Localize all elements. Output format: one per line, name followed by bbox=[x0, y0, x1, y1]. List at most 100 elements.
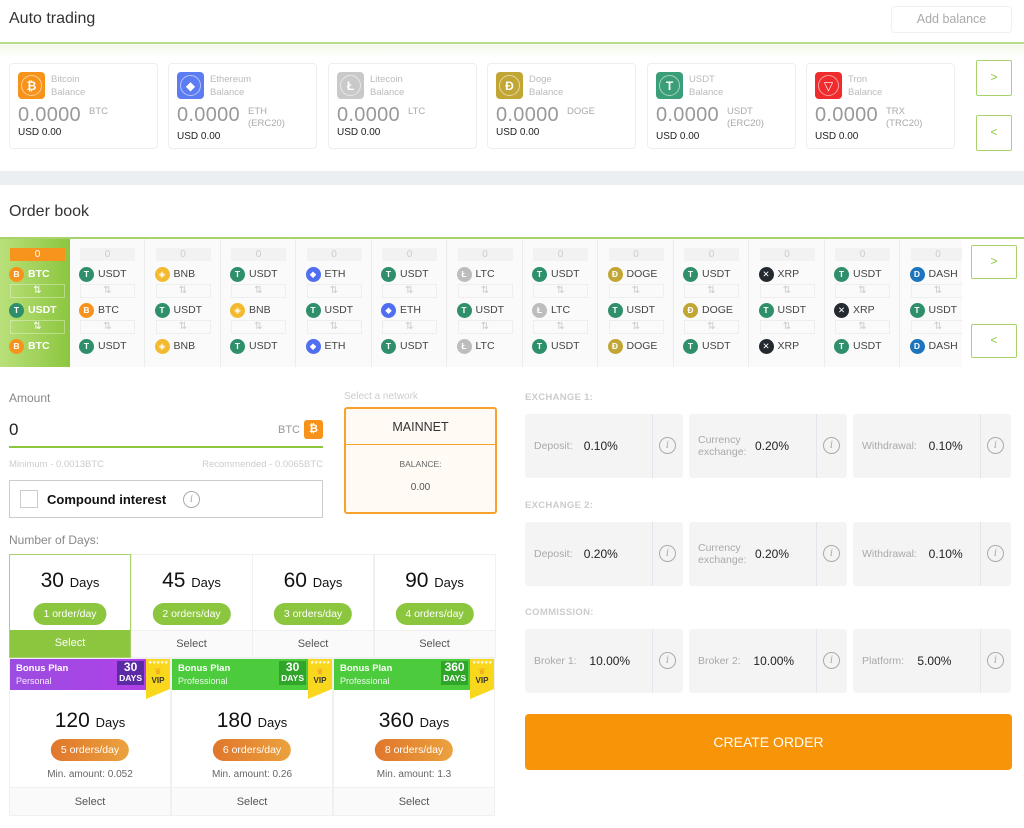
swap-icon: ⇅ bbox=[80, 284, 135, 298]
swap-icon: ⇅ bbox=[231, 320, 286, 334]
fee-value: 0.20% bbox=[755, 439, 790, 453]
order-book-header: Order book bbox=[0, 185, 1024, 239]
btc-icon: B bbox=[9, 338, 24, 354]
pair-column[interactable]: 0 ◈ BNB ⇅ T USDT ⇅ ◈ BNB bbox=[146, 239, 221, 367]
bonus-plan-card[interactable]: Bonus Plan Personal 30 DAYS ★★★★★ ♛ VIP 120 Day… bbox=[9, 658, 171, 816]
info-icon[interactable]: i bbox=[823, 437, 840, 454]
pair-column[interactable]: 0 T USDT ⇅ ◆ ETH ⇅ T USDT bbox=[372, 239, 447, 367]
add-balance-button[interactable]: Add balance bbox=[891, 6, 1012, 33]
balance-unit: USDT (ERC20) bbox=[727, 106, 764, 129]
pair-column[interactable]: 0 D DASH ⇅ T USDT ⇅ D DASH bbox=[901, 239, 962, 367]
swap-icon: ⇅ bbox=[457, 320, 513, 334]
pair-coin: T USDT bbox=[381, 266, 429, 282]
swap-icon: ⇅ bbox=[80, 320, 135, 334]
create-order-button[interactable]: CREATE ORDER bbox=[525, 714, 1012, 770]
fee-label: Currency exchange: bbox=[698, 434, 747, 458]
bonus-orders-badge: 5 orders/day bbox=[50, 739, 130, 761]
pair-column[interactable]: 0 Ł LTC ⇅ T USDT ⇅ Ł LTC bbox=[448, 239, 523, 367]
eth-icon: ◆ bbox=[381, 302, 396, 318]
compound-interest-option[interactable]: Compound interest i bbox=[9, 480, 323, 518]
pair-count: 0 bbox=[533, 248, 588, 261]
swap-icon: ⇅ bbox=[684, 284, 739, 298]
bonus-plan-card[interactable]: Bonus Plan Professional 360 DAYS ★★★★★ ♛ VIP 36… bbox=[333, 658, 495, 816]
info-icon[interactable]: i bbox=[659, 545, 676, 562]
pairs-next-button[interactable]: > bbox=[971, 245, 1017, 279]
crown-icon: ♛ bbox=[478, 667, 486, 676]
plan-select-button[interactable]: Select bbox=[131, 630, 252, 657]
bonus-orders-badge: 8 orders/day bbox=[374, 739, 454, 761]
pair-coin: T USDT bbox=[607, 302, 655, 318]
info-icon[interactable]: i bbox=[987, 652, 1004, 669]
info-icon[interactable]: i bbox=[987, 545, 1004, 562]
amount-input[interactable] bbox=[9, 414, 323, 448]
pair-coin: T USDT bbox=[79, 338, 127, 354]
bonus-min-amount: Min. amount: 0.26 bbox=[211, 769, 293, 780]
pair-count: 0 bbox=[155, 248, 211, 261]
bonus-select-button[interactable]: Select bbox=[10, 787, 170, 815]
doge-icon: Ð bbox=[607, 266, 623, 282]
plan-select-button[interactable]: Select bbox=[374, 630, 495, 657]
network-selector[interactable]: MAINNET BALANCE: 0.00 bbox=[344, 407, 497, 514]
plan-days: 30 Days bbox=[40, 569, 100, 592]
usdt-icon: T bbox=[79, 338, 94, 354]
order-book-title: Order book bbox=[9, 203, 90, 220]
swap-icon: ⇅ bbox=[10, 320, 65, 334]
bonus-select-button[interactable]: Select bbox=[172, 787, 332, 815]
network-name: MAINNET bbox=[346, 409, 495, 445]
pair-coin: ◈ BNB bbox=[154, 266, 195, 282]
pair-column[interactable]: 0 T USDT ⇅ ✕ XRP ⇅ T USDT bbox=[825, 239, 900, 367]
balances-prev-button[interactable]: < bbox=[976, 115, 1012, 151]
plan-select-button[interactable]: Select bbox=[253, 630, 373, 657]
bonus-banner: Bonus Plan Professional 360 DAYS bbox=[334, 659, 471, 690]
info-icon[interactable]: i bbox=[823, 652, 840, 669]
compound-interest-checkbox[interactable] bbox=[20, 490, 38, 508]
pair-coin: ✕ XRP bbox=[834, 302, 875, 318]
pair-column[interactable]: 0 T USDT ⇅ Ł LTC ⇅ T USDT bbox=[523, 239, 598, 367]
fee-card: Withdrawal: 0.10% i bbox=[853, 414, 1011, 478]
pair-column[interactable]: 0 ✕ XRP ⇅ T USDT ⇅ ✕ XRP bbox=[750, 239, 825, 367]
divider bbox=[652, 522, 653, 586]
plan-card[interactable]: 60 Days 3 orders/day Select bbox=[252, 554, 374, 658]
plan-select-button[interactable]: Select bbox=[10, 630, 130, 657]
plan-card[interactable]: 90 Days 4 orders/day Select bbox=[373, 554, 496, 658]
fee-label: Platform: bbox=[862, 655, 905, 667]
pair-column[interactable]: 0 B BTC ⇅ T USDT ⇅ B BTC bbox=[0, 239, 70, 367]
fee-value: 0.20% bbox=[755, 547, 790, 561]
balance-card: Ł Litecoin Balance 0.0000 LTC USD 0.00 bbox=[328, 63, 477, 149]
pair-count: 0 bbox=[608, 248, 664, 261]
fee-group-label: EXCHANGE 1: bbox=[525, 392, 594, 403]
balance-amount: 0.0000 bbox=[337, 104, 400, 126]
balances-next-button[interactable]: > bbox=[976, 60, 1012, 96]
xrp-icon: ✕ bbox=[834, 302, 849, 318]
pair-count: 0 bbox=[231, 248, 286, 261]
info-icon[interactable]: i bbox=[659, 437, 676, 454]
pair-column[interactable]: 0 Ð DOGE ⇅ T USDT ⇅ Ð DOGE bbox=[599, 239, 674, 367]
plan-grid: 30 Days 1 order/day Select 45 Days 2 orders/… bbox=[9, 554, 496, 658]
pair-column[interactable]: 0 ◆ ETH ⇅ T USDT ⇅ ◆ ETH bbox=[297, 239, 372, 367]
bonus-plan-card[interactable]: Bonus Plan Professional 30 DAYS ★★★★★ ♛ VIP 180… bbox=[171, 658, 333, 816]
info-icon[interactable]: i bbox=[183, 491, 200, 508]
pair-column[interactable]: 0 T USDT ⇅ Ð DOGE ⇅ T USDT bbox=[674, 239, 749, 367]
auto-trading-header: Auto trading Add balance bbox=[0, 0, 1024, 44]
balance-usd: USD 0.00 bbox=[177, 131, 221, 142]
bonus-select-button[interactable]: Select bbox=[334, 787, 494, 815]
usdt-icon: T bbox=[381, 338, 396, 354]
info-icon[interactable]: i bbox=[987, 437, 1004, 454]
info-icon[interactable]: i bbox=[823, 545, 840, 562]
pair-column[interactable]: 0 T USDT ⇅ ◈ BNB ⇅ T USDT bbox=[221, 239, 296, 367]
bnb-icon: ◈ bbox=[230, 302, 245, 318]
balance-unit: ETH (ERC20) bbox=[248, 106, 285, 129]
bonus-days-badge: 30 DAYS bbox=[117, 660, 144, 685]
plan-card[interactable]: 30 Days 1 order/day Select bbox=[9, 554, 131, 658]
swap-icon: ⇅ bbox=[533, 320, 588, 334]
divider bbox=[816, 629, 817, 693]
info-icon[interactable]: i bbox=[659, 652, 676, 669]
pairs-prev-button[interactable]: < bbox=[971, 324, 1017, 358]
fee-value: 0.10% bbox=[928, 547, 963, 561]
swap-icon: ⇅ bbox=[759, 284, 815, 298]
plan-card[interactable]: 45 Days 2 orders/day Select bbox=[130, 554, 253, 658]
pair-column[interactable]: 0 T USDT ⇅ B BTC ⇅ T USDT bbox=[70, 239, 145, 367]
pair-coin: T USDT bbox=[79, 266, 127, 282]
divider bbox=[816, 414, 817, 478]
fee-group-label: EXCHANGE 2: bbox=[525, 500, 594, 511]
